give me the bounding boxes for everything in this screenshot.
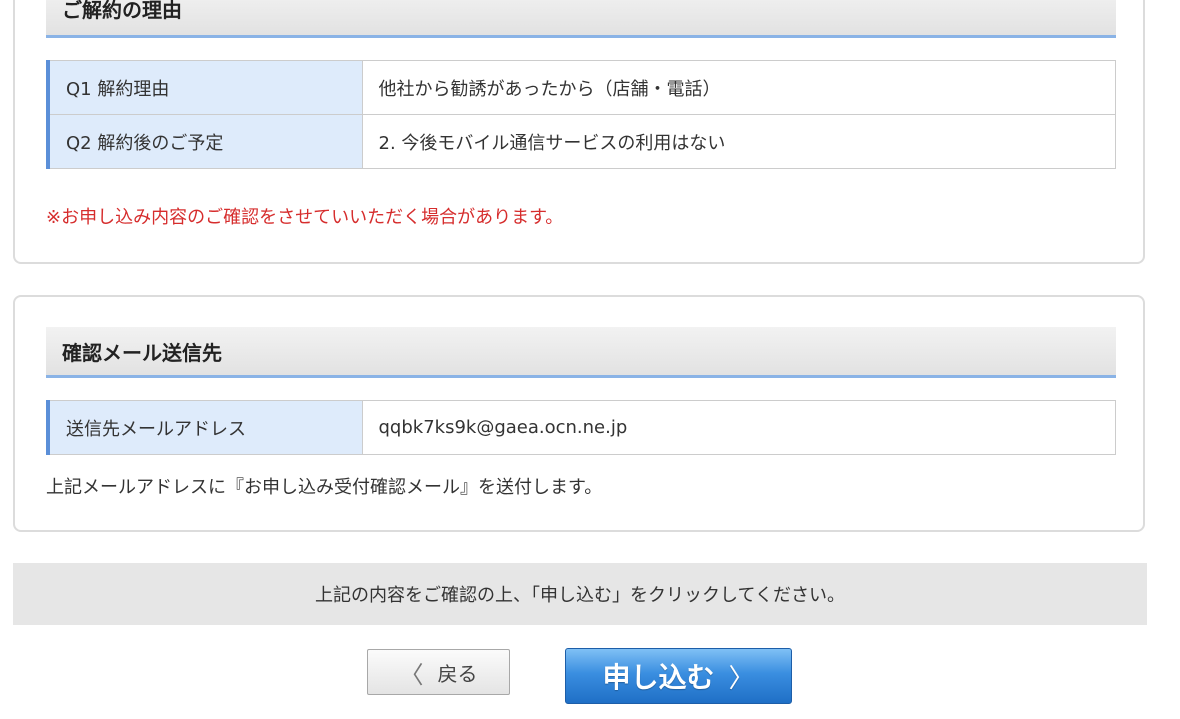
confirm-mail-table: 送信先メールアドレス qqbk7ks9k@gaea.ocn.ne.jp (46, 400, 1116, 455)
confirm-mail-heading: 確認メール送信先 (46, 327, 1116, 378)
table-row: Q1 解約理由 他社から勧誘があったから（店舗・電話） (46, 60, 1116, 115)
back-button-label: 戻る (437, 661, 478, 686)
chevron-right-icon: 〉 (728, 663, 755, 694)
cancel-reason-heading: ご解約の理由 (46, 0, 1116, 38)
confirm-instruction-text: 上記の内容をご確認の上、「申し込む」をクリックしてください。 (315, 585, 845, 606)
cancel-reason-panel: ご解約の理由 Q1 解約理由 他社から勧誘があったから（店舗・電話） Q2 解約… (13, 0, 1145, 264)
cancel-reason-table: Q1 解約理由 他社から勧誘があったから（店舗・電話） Q2 解約後のご予定 2… (46, 60, 1116, 169)
q2-value: 2. 今後モバイル通信サービスの利用はない (361, 114, 1116, 169)
table-row: 送信先メールアドレス qqbk7ks9k@gaea.ocn.ne.jp (46, 400, 1116, 455)
q1-value: 他社から勧誘があったから（店舗・電話） (361, 60, 1116, 115)
q1-label: Q1 解約理由 (46, 60, 363, 115)
confirm-instruction-bar: 上記の内容をご確認の上、「申し込む」をクリックしてください。 (13, 563, 1147, 625)
confirm-mail-panel: 確認メール送信先 送信先メールアドレス qqbk7ks9k@gaea.ocn.n… (13, 295, 1145, 532)
mail-send-note: 上記メールアドレスに『お申し込み受付確認メール』を送付します。 (46, 477, 603, 498)
email-label: 送信先メールアドレス (46, 400, 363, 455)
email-value: qqbk7ks9k@gaea.ocn.ne.jp (361, 400, 1116, 455)
q2-label: Q2 解約後のご予定 (46, 114, 363, 169)
submit-button[interactable]: 申し込む 〉 (565, 648, 792, 704)
confirmation-notice: ※お申し込み内容のご確認をさせていいただく場合があります。 (46, 207, 564, 228)
chevron-left-icon: 〈 (399, 660, 424, 689)
table-row: Q2 解約後のご予定 2. 今後モバイル通信サービスの利用はない (46, 114, 1116, 169)
back-button[interactable]: 〈 戻る (367, 649, 510, 695)
submit-button-label: 申し込む (602, 661, 715, 694)
